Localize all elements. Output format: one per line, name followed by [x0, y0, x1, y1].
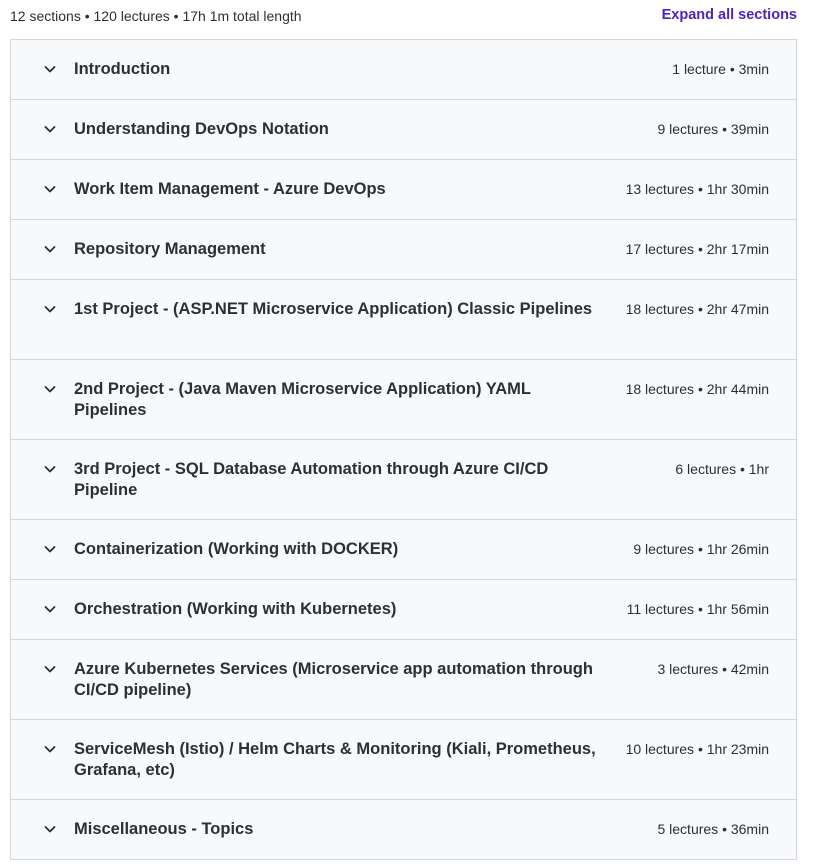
expand-all-sections-button[interactable]: Expand all sections	[662, 7, 797, 23]
course-content: 12 sections • 120 lectures • 17h 1m tota…	[0, 0, 824, 867]
chevron-down-icon	[42, 301, 58, 317]
section-row-miscellaneous[interactable]: Miscellaneous - Topics 5 lectures • 36mi…	[11, 800, 796, 860]
section-row-repository-management[interactable]: Repository Management 17 lectures • 2hr …	[11, 220, 796, 280]
curriculum-section-list: Introduction 1 lecture • 3min Understand…	[10, 39, 797, 860]
section-row-work-item-management[interactable]: Work Item Management - Azure DevOps 13 l…	[11, 160, 796, 220]
section-meta: 17 lectures • 2hr 17min	[625, 241, 769, 257]
section-title: 1st Project - (ASP.NET Microservice Appl…	[74, 300, 593, 318]
section-title: Introduction	[74, 60, 171, 78]
section-row-understanding-devops-notation[interactable]: Understanding DevOps Notation 9 lectures…	[11, 100, 796, 160]
section-meta: 18 lectures • 2hr 44min	[625, 381, 769, 397]
chevron-down-icon	[42, 601, 58, 617]
chevron-down-icon	[42, 461, 58, 477]
section-title: Containerization (Working with DOCKER)	[74, 540, 399, 558]
section-meta: 13 lectures • 1hr 30min	[625, 181, 769, 197]
chevron-down-icon	[42, 741, 58, 757]
section-title: Miscellaneous - Topics	[74, 820, 254, 838]
section-meta: 6 lectures • 1hr	[675, 461, 769, 477]
section-meta: 3 lectures • 42min	[657, 661, 769, 677]
section-title: 2nd Project - (Java Maven Microservice A…	[74, 380, 531, 419]
chevron-down-icon	[42, 661, 58, 677]
section-title: Orchestration (Working with Kubernetes)	[74, 600, 397, 618]
section-row-azure-kubernetes-services[interactable]: Azure Kubernetes Services (Microservice …	[11, 640, 796, 720]
section-row-1st-project[interactable]: 1st Project - (ASP.NET Microservice Appl…	[11, 280, 796, 360]
chevron-down-icon	[42, 241, 58, 257]
section-row-3rd-project[interactable]: 3rd Project - SQL Database Automation th…	[11, 440, 796, 520]
chevron-down-icon	[42, 121, 58, 137]
chevron-down-icon	[42, 821, 58, 837]
section-row-orchestration[interactable]: Orchestration (Working with Kubernetes) …	[11, 580, 796, 640]
section-title: Understanding DevOps Notation	[74, 120, 329, 138]
section-row-2nd-project[interactable]: 2nd Project - (Java Maven Microservice A…	[11, 360, 796, 440]
section-meta: 10 lectures • 1hr 23min	[625, 741, 769, 757]
chevron-down-icon	[42, 61, 58, 77]
chevron-down-icon	[42, 381, 58, 397]
section-meta: 1 lecture • 3min	[672, 61, 769, 77]
curriculum-summary: 12 sections • 120 lectures • 17h 1m tota…	[10, 8, 302, 24]
section-title: Azure Kubernetes Services (Microservice …	[74, 660, 593, 699]
section-title: Work Item Management - Azure DevOps	[74, 180, 386, 198]
section-meta: 18 lectures • 2hr 47min	[625, 301, 769, 317]
section-title: ServiceMesh (Istio) / Helm Charts & Moni…	[74, 740, 596, 779]
chevron-down-icon	[42, 181, 58, 197]
section-meta: 9 lectures • 39min	[657, 121, 769, 137]
section-meta: 5 lectures • 36min	[657, 821, 769, 837]
section-row-servicemesh[interactable]: ServiceMesh (Istio) / Helm Charts & Moni…	[11, 720, 796, 800]
section-meta: 11 lectures • 1hr 56min	[626, 601, 769, 617]
curriculum-summary-bar: 12 sections • 120 lectures • 17h 1m tota…	[10, 0, 797, 34]
section-title: 3rd Project - SQL Database Automation th…	[74, 460, 549, 499]
section-row-containerization[interactable]: Containerization (Working with DOCKER) 9…	[11, 520, 796, 580]
chevron-down-icon	[42, 541, 58, 557]
section-meta: 9 lectures • 1hr 26min	[633, 541, 769, 557]
section-title: Repository Management	[74, 240, 266, 258]
section-row-introduction[interactable]: Introduction 1 lecture • 3min	[11, 40, 796, 100]
